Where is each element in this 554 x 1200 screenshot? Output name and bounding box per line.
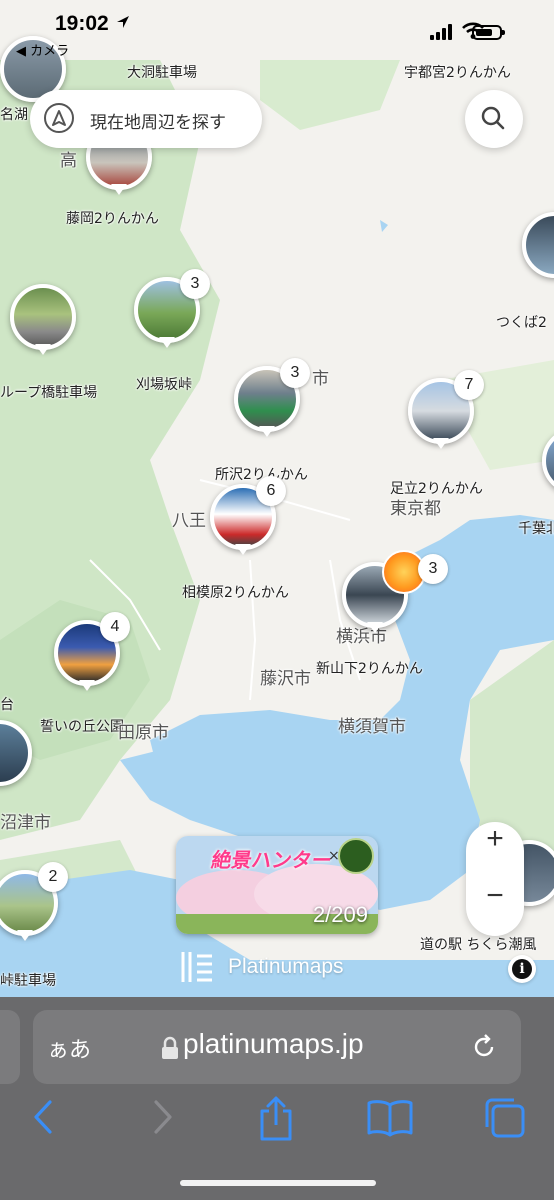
- map-label: 刈場坂峠: [136, 377, 192, 393]
- map-marker-cluster[interactable]: 3: [342, 550, 448, 633]
- map-label: 藤岡2りんかん: [66, 211, 159, 227]
- map-label: 道の駅 ちくら潮風: [420, 937, 537, 953]
- map-view[interactable]: 大洞駐車場 宇都宮2りんかん 名湖 高 藤岡2りんかん つくば2 ループ橋駐車場…: [0, 0, 554, 1000]
- platinumaps-logo-icon: [181, 952, 212, 982]
- nearby-search-label: 現在地周辺を探す: [90, 113, 226, 133]
- brand-name: Platinumaps: [228, 955, 344, 978]
- cellular-signal-icon: [430, 24, 452, 40]
- partner-logo: [338, 838, 374, 874]
- home-indicator: [180, 1180, 376, 1186]
- map-label: 市: [312, 369, 329, 389]
- cluster-count-badge: 3: [280, 358, 310, 388]
- map-label: つくば2: [496, 315, 547, 331]
- navigation-arrow-icon: [44, 103, 74, 133]
- status-time-text: 19:02: [55, 12, 109, 35]
- lock-icon: [162, 1036, 178, 1059]
- banner-counter: 2/209: [312, 902, 368, 927]
- url-text: platinumaps.jp: [183, 1028, 364, 1059]
- previous-tab-preview[interactable]: [0, 1010, 20, 1084]
- address-bar[interactable]: ぁあ platinumaps.jp: [33, 1010, 521, 1084]
- map-label: 藤沢市: [260, 669, 311, 689]
- map-label: 大洞駐車場: [127, 65, 197, 81]
- map-label: 新山下2りんかん: [316, 661, 423, 677]
- map-label: 沼津市: [0, 813, 51, 833]
- map-label: 横須賀市: [338, 717, 406, 737]
- zoom-in-button[interactable]: +: [466, 822, 524, 879]
- promo-banner[interactable]: 絶景ハンター × 2/209: [176, 836, 378, 934]
- map-marker-cluster[interactable]: 6: [210, 476, 286, 555]
- map-label: 田原市: [118, 723, 169, 743]
- cluster-count-badge: 2: [38, 862, 68, 892]
- platinumaps-brand: Platinumaps: [180, 950, 344, 988]
- map-label: 相模原2りんかん: [182, 585, 289, 601]
- map-label: 八王: [172, 511, 206, 531]
- zoom-out-button[interactable]: −: [466, 879, 524, 936]
- status-time: 19:02: [55, 12, 131, 36]
- back-icon[interactable]: [28, 1097, 58, 1137]
- map-label: 千葉北: [518, 521, 554, 537]
- search-button[interactable]: [465, 90, 523, 148]
- map-marker-cluster[interactable]: 2: [0, 862, 68, 941]
- reload-icon[interactable]: [469, 1032, 499, 1062]
- zoom-control: + −: [466, 822, 524, 936]
- map-marker[interactable]: [542, 428, 554, 494]
- battery-icon: [472, 25, 505, 40]
- cluster-count-badge: 4: [100, 612, 130, 642]
- browser-toolbar: ぁあ platinumaps.jp: [0, 997, 554, 1200]
- tabs-icon[interactable]: [484, 1097, 526, 1139]
- map-marker-cluster[interactable]: 3: [134, 269, 210, 348]
- nearby-search-button[interactable]: 現在地周辺を探す: [30, 90, 262, 148]
- map-marker-cluster[interactable]: 4: [54, 612, 130, 691]
- map-marker-cluster[interactable]: 7: [408, 370, 484, 449]
- cluster-count-badge: 3: [180, 269, 210, 299]
- info-icon: i: [512, 959, 532, 979]
- cluster-count-badge: 6: [256, 476, 286, 506]
- map-label: 高: [60, 151, 77, 171]
- magnifier-icon: [481, 106, 505, 130]
- map-label: 台: [0, 697, 14, 713]
- map-label: 峠駐車場: [0, 973, 56, 989]
- location-arrow-icon: [116, 16, 129, 28]
- status-bar: 19:02 ◀ カメラ: [0, 0, 554, 62]
- forward-icon[interactable]: [148, 1097, 178, 1137]
- map-label: ループ橋駐車場: [0, 385, 98, 401]
- map-label: 名湖: [0, 107, 28, 123]
- back-to-camera-button[interactable]: ◀ カメラ: [16, 40, 69, 59]
- cluster-count-badge: 7: [454, 370, 484, 400]
- map-label: 宇都宮2りんかん: [404, 65, 511, 81]
- reader-options-button[interactable]: ぁあ: [47, 1032, 91, 1064]
- info-button[interactable]: i: [508, 955, 536, 983]
- bookmarks-icon[interactable]: [366, 1097, 414, 1137]
- map-marker[interactable]: [10, 284, 76, 355]
- map-marker-cluster[interactable]: 3: [234, 358, 310, 437]
- map-marker[interactable]: [522, 212, 554, 278]
- banner-title: 絶景ハンター: [209, 848, 334, 872]
- map-marker[interactable]: [0, 720, 64, 786]
- cluster-count-badge: 3: [418, 554, 448, 584]
- share-icon[interactable]: [256, 1095, 296, 1141]
- map-label: 東京都: [390, 499, 441, 519]
